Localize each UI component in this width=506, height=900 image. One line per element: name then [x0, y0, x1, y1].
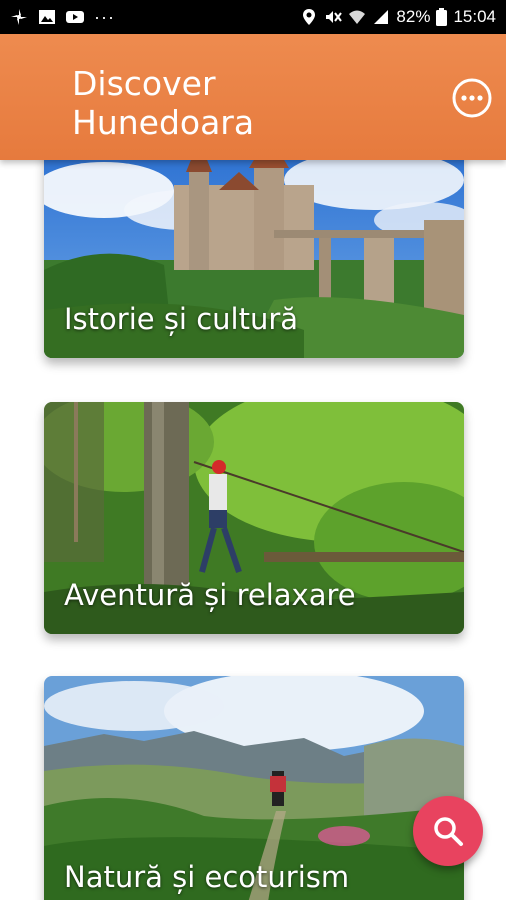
app-bar: Discover Hunedoara [0, 34, 506, 160]
app-title: Discover Hunedoara [72, 64, 255, 142]
wifi-icon [349, 10, 366, 24]
category-card-adventure[interactable]: Aventură și relaxare [44, 402, 464, 634]
battery-percent: 82% [396, 7, 431, 26]
search-icon [434, 817, 463, 846]
signal-icon [374, 10, 389, 24]
category-list[interactable]: Istorie și cultură Aventură și relaxare [0, 160, 506, 900]
more-notifications-icon: ··· [94, 6, 115, 27]
category-label: Aventură și relaxare [64, 578, 356, 612]
mute-vibrate-icon [326, 11, 343, 23]
category-card-nature[interactable]: Natură și ecoturism [44, 676, 464, 900]
category-label: Istorie și cultură [64, 302, 299, 336]
clock: 15:04 [453, 7, 496, 26]
more-options-button[interactable] [452, 78, 492, 118]
category-label: Natură și ecoturism [64, 860, 350, 894]
category-card-history[interactable]: Istorie și cultură [44, 160, 464, 358]
status-bar: ··· 82% 15:04 [0, 0, 506, 34]
more-horizontal-icon [452, 78, 492, 118]
youtube-icon [66, 11, 84, 23]
image-icon [39, 10, 55, 24]
pinwheel-icon [11, 9, 27, 25]
search-button[interactable] [413, 796, 483, 866]
battery-icon [436, 8, 448, 26]
location-icon [303, 9, 316, 25]
